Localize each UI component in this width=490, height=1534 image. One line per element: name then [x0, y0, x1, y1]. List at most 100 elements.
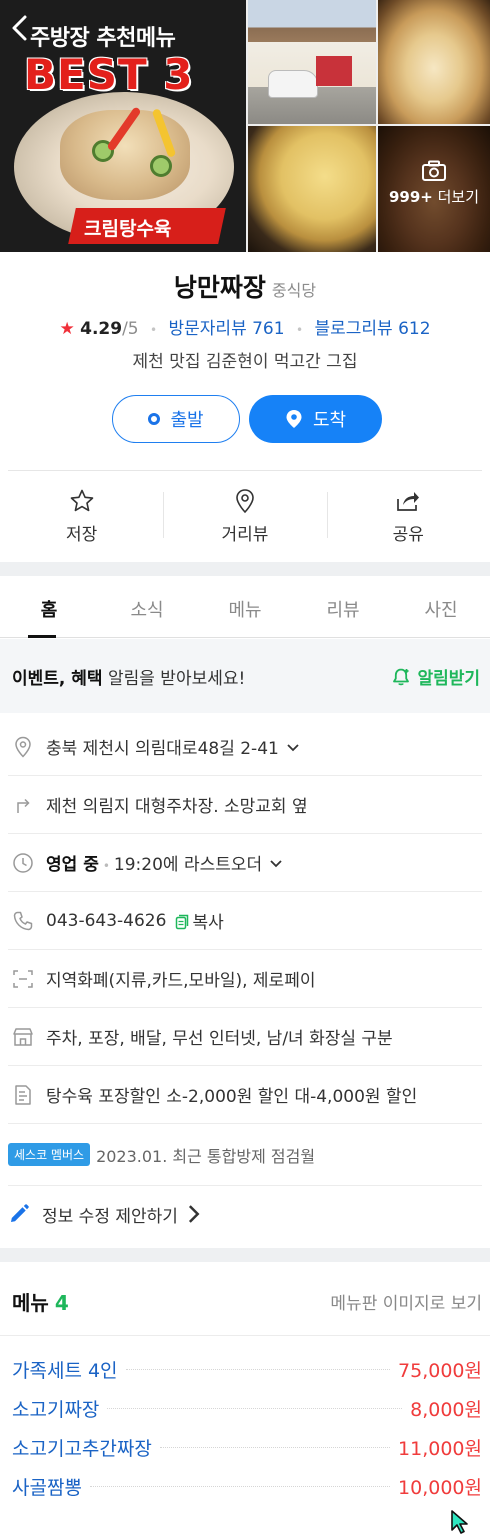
more-photos-button[interactable]: 999+ 더보기 — [378, 160, 490, 207]
menu-item[interactable]: 가족세트 4인 75,000원 — [12, 1350, 482, 1389]
subscribe-alarm-label: 알림받기 — [417, 669, 480, 689]
rating-value: 4.29 — [80, 319, 123, 339]
bell-plus-icon — [393, 668, 410, 685]
tab-photos[interactable]: 사진 — [392, 576, 490, 637]
save-label: 저장 — [66, 525, 98, 545]
menu-item[interactable]: 소고기고추간짜장 11,000원 — [12, 1428, 482, 1467]
street-view-button[interactable]: 거리뷰 — [163, 482, 326, 552]
chevron-right-icon — [188, 1205, 200, 1223]
start-button[interactable]: 출발 — [112, 395, 240, 443]
menu-item-price: 75,000원 — [398, 1360, 482, 1382]
origin-dot-icon — [148, 413, 161, 425]
mouse-cursor-icon — [451, 1510, 468, 1534]
menu-item-name: 사골짬뽕 — [12, 1477, 82, 1499]
ribbon-text: 크림탕수육 — [84, 218, 172, 240]
open-status: 영업 중 — [46, 855, 99, 875]
phone-number: 043-643-4626 — [46, 910, 167, 931]
directions-text: 제천 의림지 대형주차장. 소망교회 옆 — [46, 797, 308, 817]
suggest-edit-link[interactable]: 정보 수정 제안하기 — [8, 1186, 482, 1242]
section-separator — [0, 1248, 490, 1262]
arrive-button[interactable]: 도착 — [249, 395, 382, 443]
place-title: 낭만짜장 — [173, 273, 266, 302]
menu-item[interactable]: 소고기짜장 8,000원 — [12, 1389, 482, 1428]
photo-gallery[interactable]: 주방장 추천메뉴 BEST 3 크림탕수육 999+ 더보기 — [0, 0, 490, 252]
clock-icon — [13, 852, 33, 873]
back-arrow-icon[interactable] — [8, 14, 32, 42]
separator-dot: • — [295, 323, 304, 337]
subscribe-alarm-button[interactable]: 알림받기 — [391, 664, 480, 689]
copy-icon — [176, 914, 189, 930]
save-button[interactable]: 저장 — [0, 482, 163, 552]
tab-news[interactable]: 소식 — [98, 576, 196, 637]
noodle-photo[interactable] — [378, 0, 490, 124]
amenities-row: 주차, 포장, 배달, 무선 인터넷, 남/녀 화장실 구분 — [8, 1008, 482, 1066]
discount-row: 탕수육 포장할인 소-2,000원 할인 대-4,000원 할인 — [8, 1066, 482, 1124]
tab-reviews[interactable]: 리뷰 — [294, 576, 392, 637]
amenities-text: 주차, 포장, 배달, 무선 인터넷, 남/녀 화장실 구분 — [46, 1029, 393, 1049]
phone-row[interactable]: 043-643-4626 복사 — [8, 892, 482, 950]
menu-item[interactable]: 사골짬뽕 10,000원 — [12, 1467, 482, 1506]
dotted-leader — [159, 1447, 391, 1448]
payment-row: 지역화폐(지류,카드,모바일), 제로페이 — [8, 950, 482, 1008]
fried-rice-photo[interactable] — [248, 126, 376, 252]
menu-list: 가족세트 4인 75,000원 소고기짜장 8,000원 소고기고추간짜장 11… — [12, 1350, 482, 1506]
action-bar: 저장 거리뷰 공유 — [0, 482, 490, 552]
menu-item-price: 11,000원 — [398, 1438, 482, 1460]
menu-item-name: 소고기고추간짜장 — [12, 1438, 152, 1460]
event-banner: 이벤트, 혜택 알림을 받아보세요! 알림받기 — [0, 639, 490, 713]
photo-caption-line1: 주방장 추천메뉴 — [30, 26, 176, 51]
cesco-row: 세스코 멤버스 2023.01. 최근 통합방제 점검월 — [8, 1124, 482, 1186]
tab-menu[interactable]: 메뉴 — [196, 576, 294, 637]
inspection-text: 2023.01. 최근 통합방제 점검월 — [96, 1146, 316, 1166]
chevron-down-icon[interactable] — [268, 855, 284, 871]
payment-scan-icon — [13, 969, 33, 988]
menu-count: 4 — [54, 1291, 69, 1315]
blog-reviews-link[interactable]: 블로그리뷰 612 — [314, 319, 430, 339]
divider — [8, 470, 482, 471]
camera-icon — [422, 160, 446, 181]
place-summary: 낭만짜장 중식당 ★ 4.29/5 • 방문자리뷰 761 • 블로그리뷰 612… — [0, 252, 490, 562]
document-icon — [15, 1084, 31, 1105]
pencil-icon — [11, 1204, 29, 1222]
arrive-button-label: 도착 — [312, 410, 347, 431]
address-text: 충북 제천시 의림대로48길 2-41 — [46, 739, 279, 759]
event-bold-text: 이벤트, 혜택 — [12, 669, 103, 689]
address-row[interactable]: 충북 제천시 의림대로48길 2-41 — [8, 718, 482, 776]
tab-home[interactable]: 홈 — [0, 576, 98, 638]
discount-text: 탕수육 포장할인 소-2,000원 할인 대-4,000원 할인 — [46, 1087, 418, 1107]
cesco-badge: 세스코 멤버스 — [8, 1143, 91, 1166]
share-icon — [397, 492, 420, 511]
payment-text: 지역화폐(지류,카드,모바일), 제로페이 — [46, 971, 316, 991]
cucumber-slice — [150, 155, 172, 177]
hours-row[interactable]: 영업 중 • 19:20에 라스트오더 — [8, 834, 482, 892]
menu-title: 메뉴 — [12, 1291, 49, 1315]
menu-item-name: 가족세트 4인 — [12, 1360, 118, 1382]
menu-image-link[interactable]: 메뉴판 이미지로 보기 — [330, 1289, 482, 1314]
copy-phone-button[interactable]: 복사 — [174, 908, 224, 933]
menu-header: 메뉴 4 메뉴판 이미지로 보기 — [0, 1262, 490, 1336]
event-rest-text: 알림을 받아보세요! — [102, 669, 246, 689]
rating-star-icon: ★ — [59, 319, 75, 339]
place-category: 중식당 — [271, 281, 317, 300]
share-label: 공유 — [392, 525, 424, 545]
menu-item-name: 소고기짜장 — [12, 1399, 100, 1421]
main-photo[interactable]: 주방장 추천메뉴 BEST 3 크림탕수육 — [0, 0, 246, 252]
dotted-leader — [89, 1486, 391, 1487]
phone-icon — [13, 911, 33, 930]
street-view-label: 거리뷰 — [221, 525, 269, 545]
location-pin-icon — [236, 489, 254, 514]
share-button[interactable]: 공유 — [326, 482, 490, 552]
start-button-label: 출발 — [170, 410, 204, 431]
rating-max: /5 — [122, 319, 139, 339]
copy-label: 복사 — [192, 913, 224, 933]
visitor-reviews-link[interactable]: 방문자리뷰 761 — [169, 319, 285, 339]
section-separator — [0, 562, 490, 576]
exterior-photo[interactable] — [248, 0, 376, 124]
photo-caption-line2: BEST 3 — [24, 50, 194, 99]
turn-arrow-icon — [17, 798, 30, 813]
star-icon — [70, 489, 93, 512]
chevron-down-icon[interactable] — [285, 739, 301, 755]
store-icon — [13, 1027, 33, 1046]
separator-dot: • — [102, 859, 110, 873]
suggest-edit-label: 정보 수정 제안하기 — [42, 1206, 178, 1227]
